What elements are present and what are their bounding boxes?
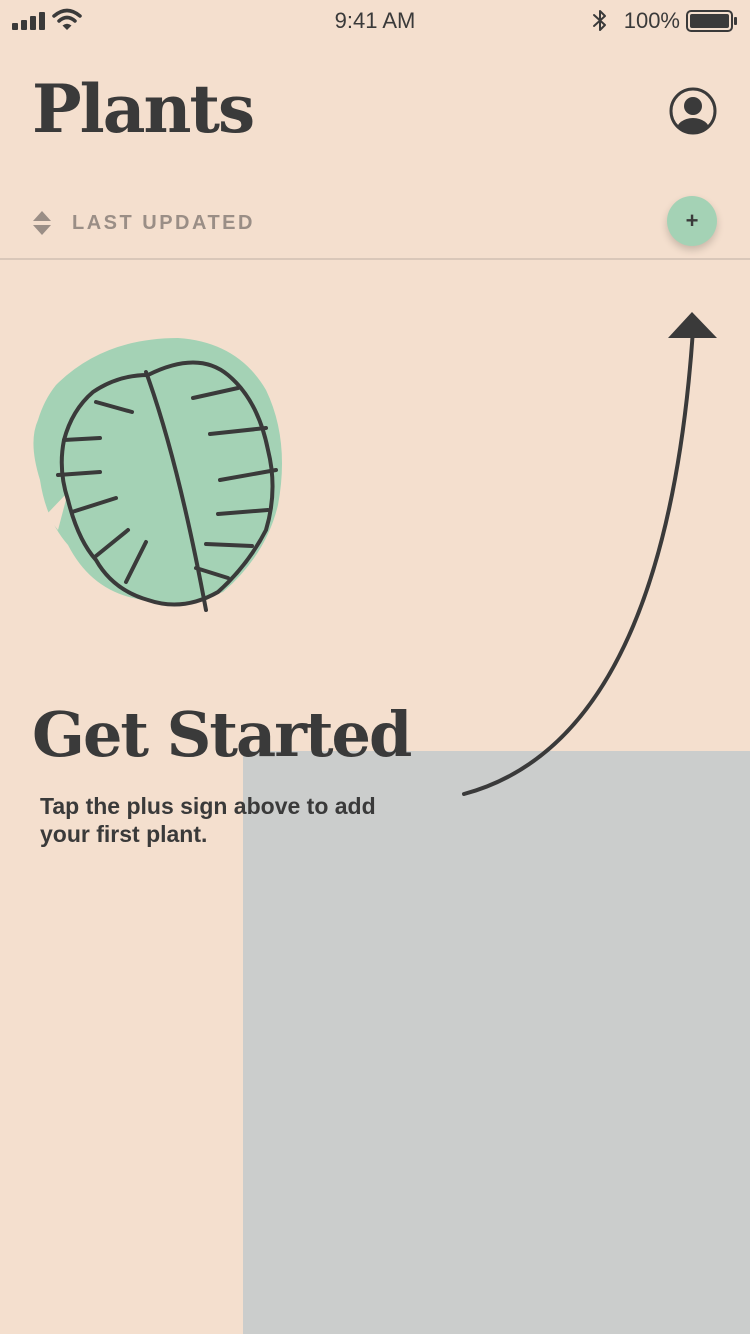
sort-control[interactable]: LAST UPDATED — [30, 208, 255, 238]
empty-state-message: Tap the plus sign above to add your firs… — [40, 793, 376, 847]
status-bar: 9:41 AM 100% — [0, 0, 750, 40]
battery-icon — [686, 10, 737, 32]
monstera-leaf-icon — [33, 338, 282, 612]
sort-bar: LAST UPDATED + — [0, 192, 750, 260]
curved-arrow-icon — [462, 312, 717, 796]
battery-percent: 100% — [623, 8, 680, 33]
user-profile-icon — [669, 87, 717, 135]
add-plant-button[interactable]: + — [667, 196, 717, 246]
page-title: Plants — [32, 70, 255, 148]
profile-button[interactable] — [668, 86, 718, 136]
bluetooth-icon — [593, 10, 606, 31]
sort-label: LAST UPDATED — [72, 211, 255, 234]
sort-arrows-icon — [33, 211, 51, 235]
empty-state-title: Get Started — [32, 698, 412, 771]
